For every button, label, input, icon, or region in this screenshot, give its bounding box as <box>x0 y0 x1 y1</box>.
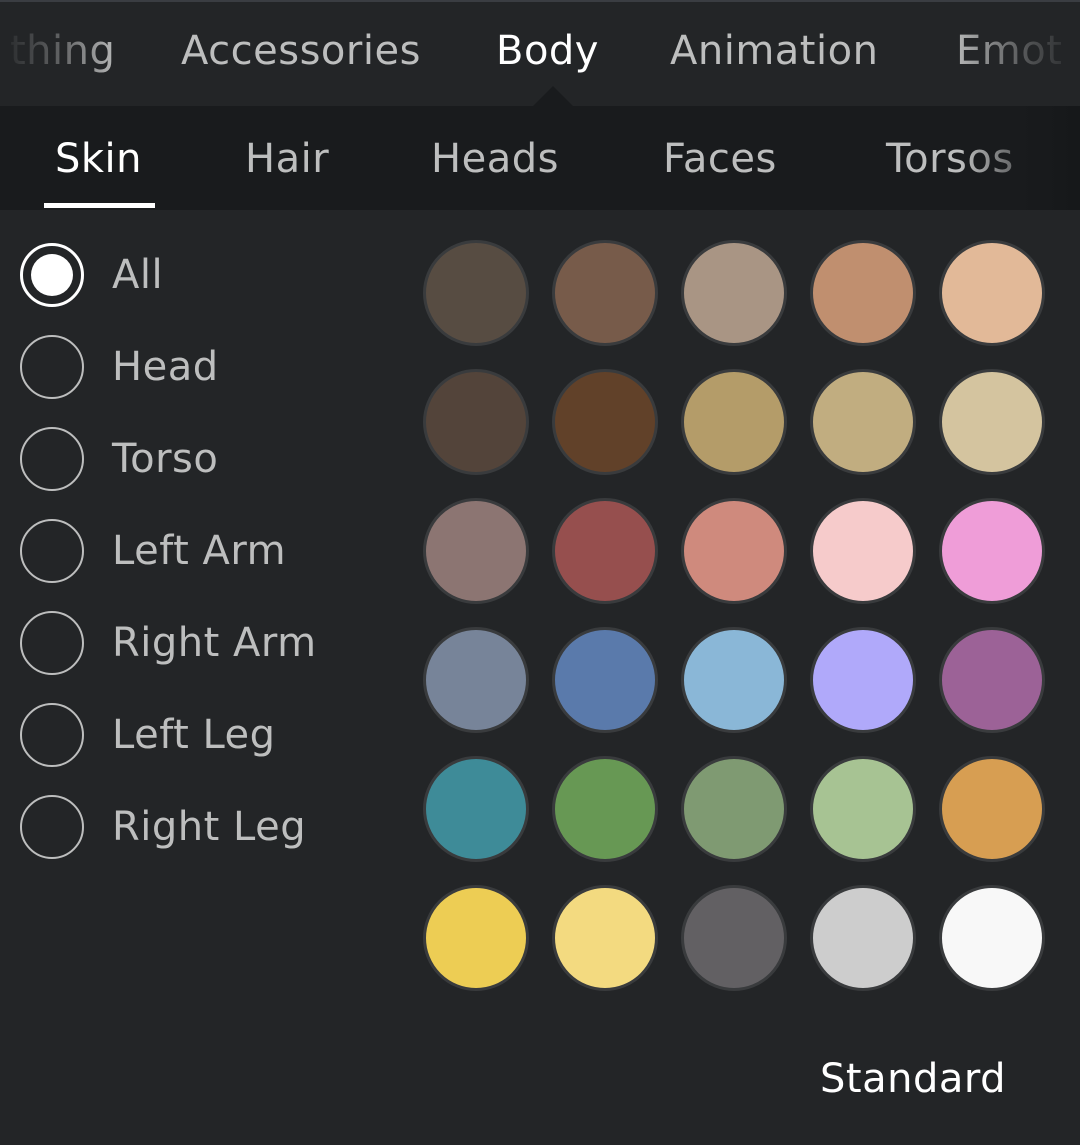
skin-color-swatch[interactable] <box>810 756 916 862</box>
radio-checked-icon[interactable] <box>20 243 84 307</box>
active-tab-pointer-icon <box>533 86 573 106</box>
skin-color-swatch[interactable] <box>552 885 658 991</box>
subtab-torsos[interactable]: Torsos <box>886 136 1014 182</box>
radio-label: Right Arm <box>112 620 317 666</box>
subtab-heads[interactable]: Heads <box>431 136 559 182</box>
radio-item-head[interactable]: Head <box>20 332 360 402</box>
tab-body[interactable]: Body <box>496 28 599 74</box>
skin-color-swatch[interactable] <box>552 498 658 604</box>
radio-item-left-arm[interactable]: Left Arm <box>20 516 360 586</box>
radio-label: All <box>112 252 164 298</box>
subtab-hair[interactable]: Hair <box>245 136 329 182</box>
radio-unchecked-icon[interactable] <box>20 335 84 399</box>
skin-color-swatch[interactable] <box>810 369 916 475</box>
subcategory-tab-bar: Skin Hair Heads Faces Torsos <box>0 106 1080 210</box>
subtab-faces[interactable]: Faces <box>663 136 777 182</box>
skin-color-swatch[interactable] <box>939 498 1045 604</box>
radio-label: Torso <box>112 436 219 482</box>
skin-color-swatch[interactable] <box>552 240 658 346</box>
standard-button[interactable]: Standard <box>820 1056 1006 1102</box>
skin-color-swatch[interactable] <box>423 885 529 991</box>
tab-emotes[interactable]: Emot <box>956 28 1062 74</box>
skin-color-swatch[interactable] <box>939 756 1045 862</box>
skin-color-swatch[interactable] <box>939 369 1045 475</box>
skin-color-swatch[interactable] <box>939 240 1045 346</box>
skin-color-swatch[interactable] <box>681 885 787 991</box>
radio-label: Left Arm <box>112 528 287 574</box>
skin-color-swatch[interactable] <box>939 627 1045 733</box>
radio-unchecked-icon[interactable] <box>20 427 84 491</box>
radio-unchecked-icon[interactable] <box>20 611 84 675</box>
radio-unchecked-icon[interactable] <box>20 519 84 583</box>
skin-color-swatch[interactable] <box>423 627 529 733</box>
skin-color-swatch[interactable] <box>552 627 658 733</box>
radio-label: Right Leg <box>112 804 307 850</box>
skin-color-swatch[interactable] <box>810 240 916 346</box>
radio-unchecked-icon[interactable] <box>20 795 84 859</box>
tab-animation[interactable]: Animation <box>670 28 878 74</box>
skin-color-swatch[interactable] <box>423 498 529 604</box>
skin-color-swatch[interactable] <box>423 756 529 862</box>
radio-item-left-leg[interactable]: Left Leg <box>20 700 360 770</box>
active-subtab-underline <box>44 203 155 208</box>
skin-color-swatch[interactable] <box>681 756 787 862</box>
skin-color-swatch[interactable] <box>423 240 529 346</box>
radio-item-all[interactable]: All <box>20 240 360 310</box>
subtab-skin[interactable]: Skin <box>55 136 142 182</box>
skin-color-swatch[interactable] <box>552 369 658 475</box>
skin-color-swatch[interactable] <box>681 369 787 475</box>
tab-clothing[interactable]: thing <box>10 28 115 74</box>
skin-color-swatch[interactable] <box>681 498 787 604</box>
skin-color-swatch[interactable] <box>810 885 916 991</box>
skin-color-swatch[interactable] <box>810 627 916 733</box>
radio-item-right-leg[interactable]: Right Leg <box>20 792 360 862</box>
radio-unchecked-icon[interactable] <box>20 703 84 767</box>
skin-color-swatch[interactable] <box>810 498 916 604</box>
tab-accessories[interactable]: Accessories <box>181 28 421 74</box>
skin-color-swatch[interactable] <box>552 756 658 862</box>
skin-color-swatch[interactable] <box>939 885 1045 991</box>
radio-item-right-arm[interactable]: Right Arm <box>20 608 360 678</box>
radio-label: Head <box>112 344 219 390</box>
skin-color-swatch[interactable] <box>681 240 787 346</box>
skin-color-swatch[interactable] <box>423 369 529 475</box>
skin-color-swatch[interactable] <box>681 627 787 733</box>
radio-item-torso[interactable]: Torso <box>20 424 360 494</box>
radio-label: Left Leg <box>112 712 276 758</box>
skin-color-grid <box>423 240 1045 992</box>
